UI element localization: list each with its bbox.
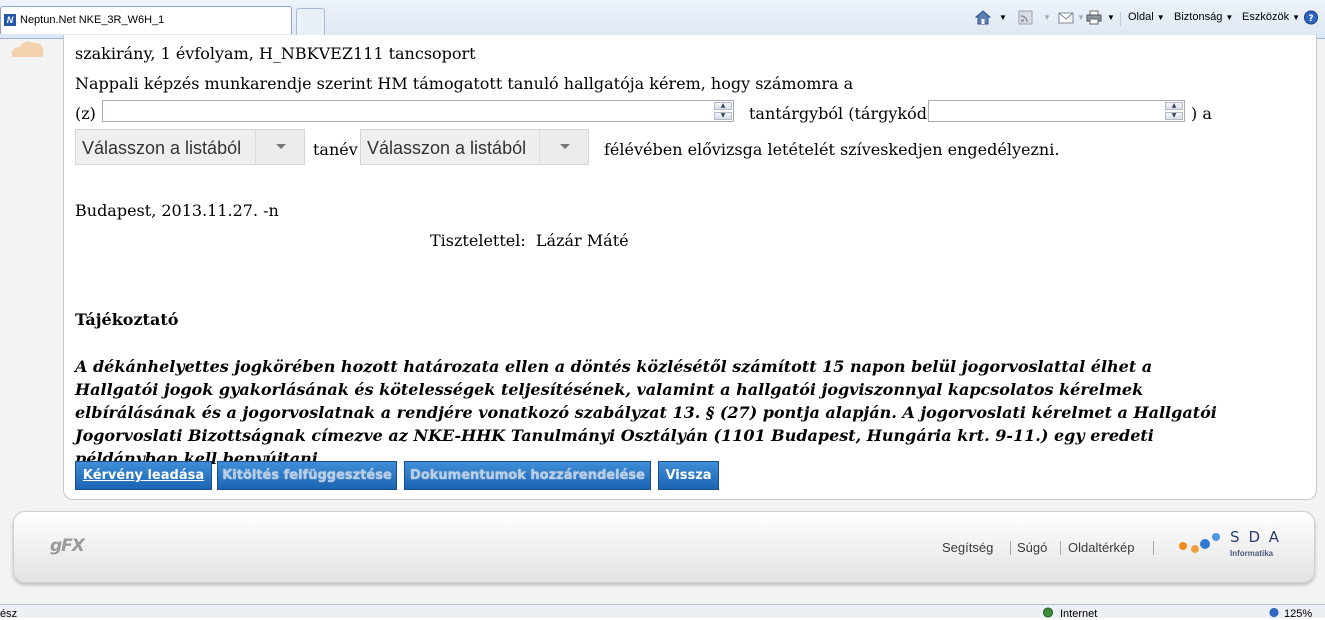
- form-prefix-z: (z): [75, 104, 96, 123]
- sda-dots-logo-icon: [1179, 533, 1220, 553]
- home-dropdown[interactable]: ▼: [996, 11, 1007, 23]
- academic-year-select-value: Válasszon a listából: [82, 138, 242, 158]
- help-icon[interactable]: ?: [1303, 10, 1319, 25]
- subject-name-field[interactable]: ▲ ▼: [102, 100, 734, 122]
- footer-separator: [1060, 541, 1061, 555]
- browser-status-bar: ész Internet 125%: [0, 604, 1325, 620]
- safety-menu[interactable]: Biztonság ▼: [1174, 11, 1233, 23]
- footer-link-sitemap[interactable]: Oldaltérkép: [1068, 540, 1134, 555]
- submit-request-button[interactable]: Kérvény leadása: [75, 461, 212, 490]
- semester-select[interactable]: Válasszon a listából: [360, 129, 589, 165]
- signer-name: Lázár Máté: [535, 231, 629, 250]
- attach-documents-button[interactable]: Dokumentumok hozzárendelése: [404, 461, 651, 490]
- spin-up-icon[interactable]: ▲: [1165, 102, 1183, 110]
- subject-code-field[interactable]: ▲ ▼: [928, 100, 1185, 122]
- rss-dropdown[interactable]: ▼: [1040, 11, 1051, 23]
- semester-select-value: Válasszon a listából: [367, 138, 527, 158]
- spin-down-icon[interactable]: ▼: [1165, 112, 1183, 120]
- globe-icon: [1042, 607, 1054, 618]
- zoom-level[interactable]: 125%: [1284, 608, 1312, 620]
- chevron-down-icon[interactable]: [255, 130, 304, 164]
- zoom-icon[interactable]: [1268, 607, 1280, 618]
- academic-year-label: tanév: [313, 140, 358, 159]
- print-dropdown[interactable]: ▼: [1104, 11, 1115, 23]
- academic-year-select[interactable]: Válasszon a listából: [75, 129, 305, 165]
- notice-title: Tájékoztató: [75, 310, 179, 329]
- chevron-down-icon[interactable]: [539, 130, 588, 164]
- mail-icon[interactable]: [1058, 10, 1074, 25]
- svg-text:?: ?: [1308, 14, 1313, 24]
- footer-link-help[interactable]: Segítség: [942, 540, 993, 555]
- spin-down-icon[interactable]: ▼: [714, 112, 732, 120]
- home-icon[interactable]: [975, 10, 991, 25]
- status-text: ész: [0, 608, 18, 620]
- regards-label: Tisztelettel:: [430, 231, 526, 250]
- page-menu[interactable]: Oldal ▼: [1128, 11, 1165, 23]
- mail-dropdown[interactable]: ▼: [1074, 11, 1085, 23]
- gfx-logo: gFX: [50, 536, 85, 556]
- new-tab-button[interactable]: [296, 8, 325, 35]
- subject-suffix-label: tantárgyból (tárgykód:: [749, 104, 933, 123]
- suspend-filling-button[interactable]: Kitöltés felfüggesztése: [217, 461, 397, 490]
- notice-body: A dékánhelyettes jogkörében hozott határ…: [75, 357, 1217, 468]
- page-background: szakirány, 1 évfolyam, H_NBKVEZ111 tancs…: [0, 35, 1325, 604]
- footer-link-manual[interactable]: Súgó: [1017, 540, 1047, 555]
- code-suffix-label: ) a: [1191, 104, 1212, 123]
- neptun-favicon-icon: N: [4, 14, 16, 26]
- browser-tab-active[interactable]: N Neptun.Net NKE_3R_W6H_1: [0, 6, 292, 34]
- security-zone: Internet: [1060, 608, 1098, 620]
- sda-logo-subtitle: Informatika: [1230, 549, 1274, 558]
- subject-spinner[interactable]: ▲ ▼: [714, 102, 732, 120]
- toolbar-separator: [1120, 12, 1121, 26]
- browser-tab-bar: N Neptun.Net NKE_3R_W6H_1 ▼ ▼ ▼ ▼ Oldal ▼…: [0, 0, 1325, 39]
- semester-suffix-label: félévében elővizsga letételét szíveskedj…: [604, 140, 1060, 159]
- sda-logo-text: SDA: [1230, 528, 1289, 546]
- signature-line: Tisztelettel: Lázár Máté: [430, 231, 629, 251]
- back-button[interactable]: Vissza: [658, 461, 719, 490]
- tools-menu[interactable]: Eszközök ▼: [1242, 11, 1300, 23]
- print-icon[interactable]: [1086, 10, 1102, 25]
- place-date: Budapest, 2013.11.27. -n: [75, 201, 279, 220]
- form-line-program: szakirány, 1 évfolyam, H_NBKVEZ111 tancs…: [75, 44, 476, 63]
- code-spinner[interactable]: ▲ ▼: [1165, 102, 1183, 120]
- page-footer: gFX Segítség Súgó Oldaltérkép SDA Inform…: [13, 511, 1315, 583]
- cloud-decoration-icon: [11, 41, 44, 57]
- tab-title: Neptun.Net NKE_3R_W6H_1: [20, 14, 165, 26]
- footer-separator: [1010, 541, 1011, 555]
- spin-up-icon[interactable]: ▲: [714, 102, 732, 110]
- form-line-request: Nappali képzés munkarendje szerint HM tá…: [75, 74, 854, 93]
- rss-icon[interactable]: [1018, 10, 1034, 25]
- footer-separator: [1153, 541, 1154, 555]
